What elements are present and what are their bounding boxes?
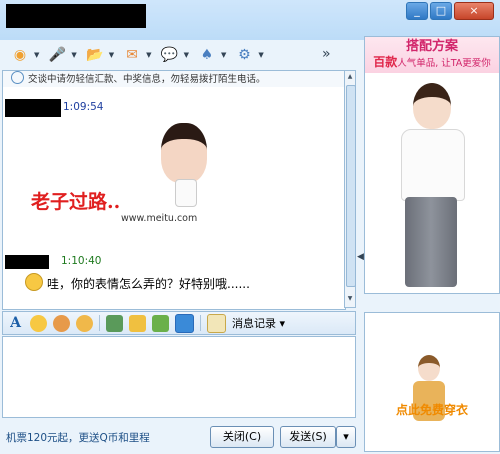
scroll-down-icon[interactable]: ▼ — [346, 295, 354, 305]
avatar-head — [413, 83, 451, 129]
sticker-face — [161, 123, 207, 183]
microphone-icon[interactable]: 🎤 — [45, 43, 69, 67]
font-icon[interactable]: A — [7, 315, 24, 332]
message-time: 1:09:54 — [63, 101, 104, 113]
title-bar: _ □ × — [0, 0, 500, 40]
shake-icon[interactable] — [76, 314, 93, 332]
chat-scrollbar[interactable]: ▲ ▼ — [344, 70, 356, 308]
ad-subtitle: 百款人气单品, 让TA更爱你 — [373, 55, 491, 69]
separator — [200, 315, 201, 331]
chevron-down-icon[interactable]: ▼ — [109, 51, 114, 59]
screenshot-icon[interactable] — [175, 313, 194, 333]
dress-up-panel[interactable]: 点此免费穿衣 — [364, 312, 500, 452]
toolbar-item[interactable]: ♠ ▼ — [195, 43, 227, 67]
history-icon — [207, 313, 226, 333]
message-history-button[interactable]: 消息记录 ▾ — [232, 315, 285, 331]
ad-title: 搭配方案 — [405, 39, 458, 54]
security-notice: 交谈中请勿轻信汇款、中奖信息，勿轻易拨打陌生电话。 — [3, 71, 345, 87]
sticker-image: 老子过路.. www.meitu.com — [31, 113, 271, 233]
redacted-sender-name — [5, 255, 49, 269]
promo-link[interactable]: 机票120元起，更送Q币和里程 — [6, 430, 150, 445]
scroll-thumb[interactable] — [346, 85, 356, 287]
chevron-down-icon[interactable]: ▼ — [184, 51, 189, 59]
close-chat-button[interactable]: 关闭(C) — [210, 426, 274, 448]
message-body: 哇，你的表情怎么弄的？好特别哦...... — [47, 277, 250, 291]
toolbar-item[interactable]: 💬 ▼ — [158, 43, 189, 67]
avatar-ad-panel[interactable]: 搭配方案 百款人气单品, 让TA更爱你 — [364, 36, 500, 294]
magic-emoticon-icon[interactable] — [53, 314, 70, 332]
toolbar-item[interactable]: 📂 ▼ — [83, 43, 114, 67]
ad-header: 搭配方案 百款人气单品, 让TA更爱你 — [365, 37, 499, 73]
chevron-down-icon[interactable]: ▼ — [258, 51, 263, 59]
toolbar-item[interactable]: 🎤 ▼ — [45, 43, 77, 67]
redacted-contact-name — [6, 4, 146, 28]
message-input[interactable] — [2, 336, 356, 418]
chevron-down-icon[interactable]: ▼ — [34, 51, 39, 59]
collapse-side-panel-icon[interactable]: ◀ — [357, 252, 364, 262]
send-options-button[interactable]: ▾ — [336, 426, 356, 448]
email-icon[interactable]: ✉ — [120, 43, 144, 67]
toolbar: ◉ ▼ 🎤 ▼ 📂 ▼ ✉ ▼ 💬 ▼ ♠ ▼ ⚙ ▼ — [0, 40, 360, 70]
avatar-shirt — [401, 129, 465, 201]
format-toolbar: A 消息记录 ▾ — [2, 311, 356, 335]
message-text: 哇，你的表情怎么弄的？好特别哦...... — [25, 273, 250, 292]
toolbar-item[interactable]: ⚙ ▼ — [232, 43, 264, 67]
image-icon[interactable] — [106, 314, 123, 332]
avatar-pants — [405, 197, 457, 287]
window-controls: _ □ × — [406, 2, 494, 20]
folder-transfer-icon[interactable]: 📂 — [83, 43, 107, 67]
chevron-down-icon[interactable]: ▼ — [221, 51, 226, 59]
redacted-sender-name — [5, 99, 61, 117]
minimize-button[interactable]: _ — [406, 2, 428, 20]
send-button[interactable]: 发送(S) — [280, 426, 336, 448]
scroll-up-icon[interactable]: ▲ — [346, 73, 354, 83]
chat-bubble-icon[interactable]: 💬 — [158, 43, 182, 67]
bottom-bar: 机票120元起，更送Q币和里程 关闭(C) 发送(S) ▾ — [0, 420, 360, 454]
app-icon[interactable]: ♠ — [195, 43, 219, 67]
maximize-button[interactable]: □ — [430, 2, 452, 20]
avatar-head — [418, 355, 440, 381]
sticker-caption: 老子过路.. — [31, 191, 121, 213]
smile-emoticon-icon — [25, 273, 43, 291]
webcam-icon[interactable]: ◉ — [8, 43, 32, 67]
chevron-down-icon[interactable]: ▼ — [146, 51, 151, 59]
close-window-button[interactable]: × — [454, 2, 494, 20]
music-icon[interactable] — [129, 314, 146, 332]
notice-text: 交谈中请勿轻信汇款、中奖信息，勿轻易拨打陌生电话。 — [28, 74, 266, 85]
chevron-down-icon[interactable]: ▼ — [71, 51, 76, 59]
gift-icon[interactable] — [152, 314, 169, 332]
toolbar-more-button[interactable]: » — [322, 46, 331, 62]
emoticon-icon[interactable] — [30, 314, 47, 332]
chevron-down-icon[interactable]: ▾ — [280, 317, 286, 330]
settings-icon[interactable]: ⚙ — [232, 43, 256, 67]
sticker-watermark: www.meitu.com — [121, 213, 198, 224]
toolbar-item[interactable]: ✉ ▼ — [120, 43, 151, 67]
chat-history[interactable]: 交谈中请勿轻信汇款、中奖信息，勿轻易拨打陌生电话。 1:09:54 老子过路..… — [2, 70, 346, 310]
separator — [99, 315, 100, 331]
sticker-body — [175, 179, 197, 207]
toolbar-item[interactable]: ◉ ▼ — [8, 43, 40, 67]
message-time: 1:10:40 — [61, 255, 102, 267]
free-dressup-link[interactable]: 点此免费穿衣 — [365, 401, 499, 418]
lightbulb-icon — [11, 71, 24, 84]
